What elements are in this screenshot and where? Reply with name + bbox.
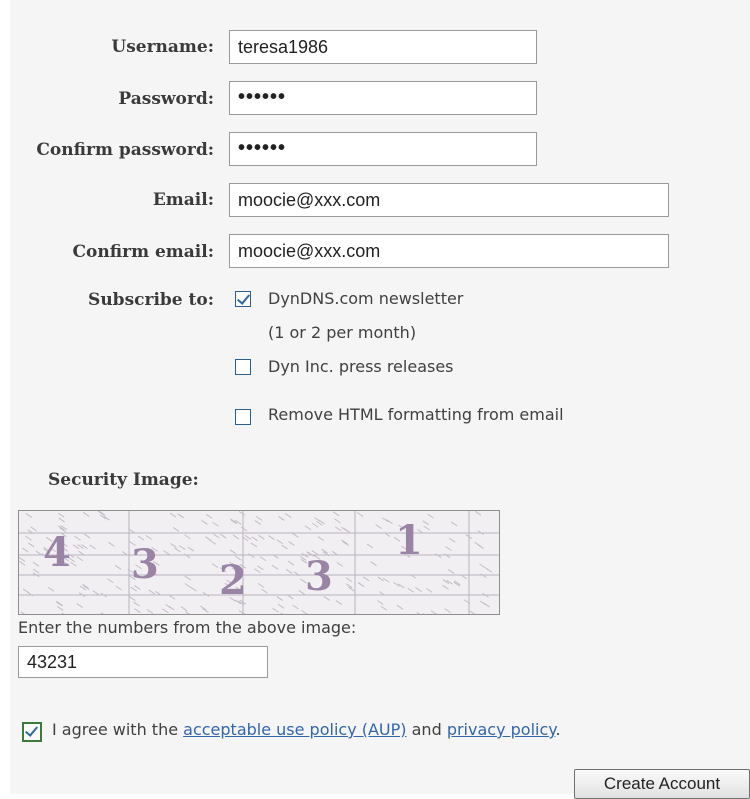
confirm-password-field[interactable]: •••••• xyxy=(229,132,537,166)
agree-checkbox[interactable] xyxy=(22,722,42,742)
captcha-digit: 4 xyxy=(43,529,71,576)
agreement-middle: and xyxy=(407,720,447,739)
captcha-digit: 3 xyxy=(305,553,333,600)
privacy-policy-link[interactable]: privacy policy xyxy=(447,720,556,739)
create-account-button[interactable]: Create Account xyxy=(574,769,750,799)
confirm-email-label: Confirm email: xyxy=(0,242,214,262)
subscribe-label: Subscribe to: xyxy=(0,290,214,310)
password-field[interactable]: •••••• xyxy=(229,81,537,115)
email-label: Email: xyxy=(0,190,214,210)
captcha-noise-grid xyxy=(19,511,499,614)
newsletter-checkbox[interactable] xyxy=(235,291,251,307)
newsletter-option-label: DynDNS.com newsletter xyxy=(268,289,463,308)
press-releases-option-label: Dyn Inc. press releases xyxy=(268,357,454,376)
password-label: Password: xyxy=(0,89,214,109)
plain-text-email-option-label: Remove HTML formatting from email xyxy=(268,405,564,424)
confirm-email-field[interactable]: moocie@xxx.com xyxy=(229,234,669,268)
confirm-password-label: Confirm password: xyxy=(0,140,214,160)
captcha-digit: 1 xyxy=(395,517,423,564)
security-image-heading: Security Image: xyxy=(48,470,199,490)
press-releases-checkbox[interactable] xyxy=(235,359,251,375)
aup-link[interactable]: acceptable use policy (AUP) xyxy=(183,720,406,739)
captcha-image: 4 3 2 3 1 xyxy=(18,510,500,615)
captcha-digit: 3 xyxy=(131,541,159,588)
agreement-suffix: . xyxy=(555,720,560,739)
captcha-digit: 2 xyxy=(219,557,247,604)
newsletter-frequency-note: (1 or 2 per month) xyxy=(268,323,416,342)
plain-text-email-checkbox[interactable] xyxy=(235,409,251,425)
captcha-instruction: Enter the numbers from the above image: xyxy=(18,618,356,637)
agreement-prefix: I agree with the xyxy=(52,720,183,739)
username-label: Username: xyxy=(0,37,214,57)
email-field[interactable]: moocie@xxx.com xyxy=(229,183,669,217)
captcha-input[interactable]: 43231 xyxy=(18,646,268,678)
username-field[interactable]: teresa1986 xyxy=(229,30,537,64)
agreement-text: I agree with the acceptable use policy (… xyxy=(52,720,561,739)
